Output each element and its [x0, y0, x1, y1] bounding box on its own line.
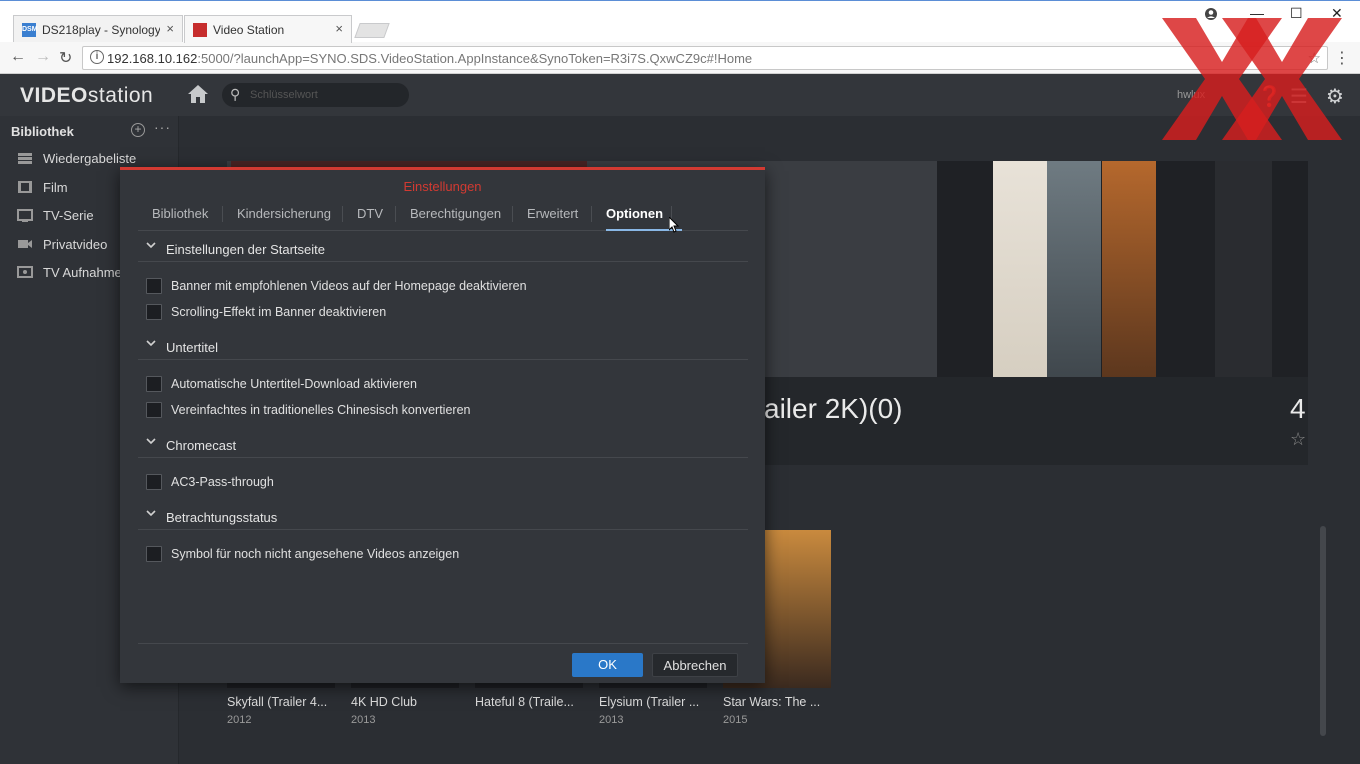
section-title: Chromecast	[166, 438, 237, 453]
logo-suffix: station	[87, 84, 154, 107]
section-watch-status[interactable]: Betrachtungsstatus	[138, 504, 748, 530]
dialog-tab-bar: Bibliothek Kindersicherung DTV Berechtig…	[138, 197, 748, 231]
checkbox[interactable]	[146, 474, 162, 490]
tab-library[interactable]: Bibliothek	[152, 206, 208, 221]
video-year: 2013	[351, 714, 376, 726]
search-box[interactable]: ⚲ Schlüsselwort	[222, 83, 409, 107]
tab-separator	[512, 206, 513, 222]
checkbox[interactable]	[146, 278, 162, 294]
checkbox[interactable]	[146, 376, 162, 392]
tab-separator	[222, 206, 223, 222]
tab-advanced[interactable]: Erweitert	[527, 206, 578, 221]
video-title: Elysium (Trailer ...	[599, 695, 700, 709]
option-label: Scrolling-Effekt im Banner deaktivieren	[171, 305, 387, 319]
url-text: 192.168.10.162:5000/?launchApp=SYNO.SDS.…	[107, 51, 752, 66]
sidebar-item-label: TV Aufnahme	[43, 265, 122, 280]
banner-title: ailer 2K)(0)	[764, 393, 903, 424]
video-year: 2015	[723, 714, 748, 726]
rating-star-icon[interactable]: ☆	[1290, 429, 1306, 450]
checkbox[interactable]	[146, 304, 162, 320]
tab-separator	[591, 206, 592, 222]
close-tab-icon[interactable]: ×	[166, 21, 174, 36]
sidebar-item-label: Film	[43, 180, 68, 195]
section-subtitles[interactable]: Untertitel	[138, 334, 748, 360]
search-icon: ⚲	[230, 86, 241, 102]
add-library-icon[interactable]: +	[131, 123, 145, 137]
checkbox[interactable]	[146, 402, 162, 418]
search-placeholder: Schlüsselwort	[250, 89, 318, 101]
close-tab-icon[interactable]: ×	[335, 21, 343, 36]
cancel-button[interactable]: Abbrechen	[652, 653, 738, 677]
logo-prefix: VIDEO	[20, 84, 88, 107]
option-label: Symbol für noch nicht angesehene Videos …	[171, 547, 460, 561]
app-header: VIDEOstation ⚲ Schlüsselwort hwlux ❓ ☰ ⚙	[0, 74, 1360, 116]
site-info-icon[interactable]: i	[90, 50, 104, 64]
sidebar-item-label: Wiedergabeliste	[43, 151, 137, 166]
videostation-favicon-icon	[193, 23, 207, 37]
browser-tab-title: DS218play - Synology D	[42, 23, 160, 37]
recording-icon	[17, 266, 33, 278]
address-bar[interactable]: i 192.168.10.162:5000/?launchApp=SYNO.SD…	[82, 46, 1328, 70]
dialog-footer-divider	[138, 643, 748, 644]
forward-arrow-icon[interactable]: →	[35, 48, 51, 66]
browser-tab-title: Video Station	[213, 23, 285, 37]
tab-parental-control[interactable]: Kindersicherung	[237, 206, 331, 221]
videostation-logo: VIDEOstation	[20, 84, 153, 108]
more-options-icon[interactable]: ···	[154, 119, 171, 135]
dsm-favicon-icon: DSM	[22, 23, 38, 37]
chevron-down-icon	[146, 242, 156, 249]
tab-options[interactable]: Optionen	[606, 206, 663, 221]
video-title: Hateful 8 (Traile...	[475, 695, 574, 709]
new-tab-button[interactable]	[354, 23, 390, 38]
video-year: 2012	[227, 714, 252, 726]
chevron-down-icon	[146, 510, 156, 517]
chevron-down-icon	[146, 340, 156, 347]
dialog-title: Einstellungen	[403, 179, 482, 194]
home-icon[interactable]	[186, 82, 210, 106]
tv-icon	[17, 209, 33, 222]
section-title: Einstellungen der Startseite	[166, 242, 325, 257]
browser-toolbar: ← → ↻ i 192.168.10.162:5000/?launchApp=S…	[0, 42, 1360, 74]
section-chromecast[interactable]: Chromecast	[138, 432, 748, 458]
video-title: Star Wars: The ...	[723, 695, 821, 709]
section-title: Betrachtungsstatus	[166, 510, 278, 525]
option-label: Vereinfachtes in traditionelles Chinesis…	[171, 403, 471, 417]
playlist-icon	[18, 153, 32, 164]
back-arrow-icon[interactable]: ←	[10, 48, 26, 66]
browser-tab-dsm[interactable]: DSM DS218play - Synology D ×	[13, 15, 183, 43]
tab-separator	[395, 206, 396, 222]
option-label: Banner mit empfohlenen Videos auf der Ho…	[171, 279, 527, 293]
sidebar-item-label: TV-Serie	[43, 208, 94, 223]
browser-tab-videostation[interactable]: Video Station ×	[184, 15, 352, 43]
ok-button[interactable]: OK	[572, 653, 643, 677]
option-label: AC3-Pass-through	[171, 475, 274, 489]
video-title: 4K HD Club	[351, 695, 417, 709]
video-year: 2013	[599, 714, 624, 726]
browser-tab-bar: DSM DS218play - Synology D × Video Stati…	[0, 0, 1360, 43]
section-homepage-settings[interactable]: Einstellungen der Startseite	[138, 236, 748, 262]
banner-number: 4	[1290, 393, 1306, 424]
content-scrollbar[interactable]	[1320, 526, 1326, 736]
tab-permissions[interactable]: Berechtigungen	[410, 206, 501, 221]
section-title: Untertitel	[166, 340, 219, 355]
url-path: :5000/?launchApp=SYNO.SDS.VideoStation.A…	[197, 51, 753, 66]
sidebar-title: Bibliothek	[11, 124, 74, 139]
reload-icon[interactable]: ↻	[59, 48, 72, 68]
video-title: Skyfall (Trailer 4...	[227, 695, 328, 709]
chevron-down-icon	[146, 438, 156, 445]
film-icon	[18, 181, 32, 193]
tab-separator	[342, 206, 343, 222]
mouse-cursor-icon	[669, 217, 679, 233]
watermark-logo	[1162, 18, 1342, 140]
settings-dialog: Einstellungen Bibliothek Kindersicherung…	[120, 167, 765, 683]
camera-icon	[18, 240, 32, 248]
url-host: 192.168.10.162	[107, 51, 198, 66]
sidebar-item-label: Privatvideo	[43, 237, 108, 252]
option-label: Automatische Untertitel-Download aktivie…	[171, 377, 417, 391]
tab-dtv[interactable]: DTV	[357, 206, 383, 221]
checkbox[interactable]	[146, 546, 162, 562]
